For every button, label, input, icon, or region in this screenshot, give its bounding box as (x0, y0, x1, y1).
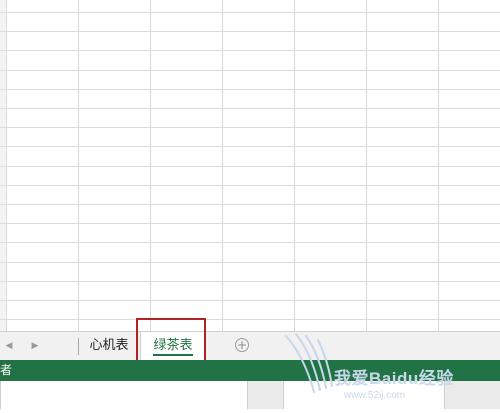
grid-row-line (0, 50, 500, 51)
status-text: 者 (0, 363, 13, 377)
grid-row-line (0, 300, 500, 301)
watermark-text: 我爱Baidu经验 (334, 369, 454, 388)
spreadsheet-grid[interactable] (0, 0, 500, 331)
grid-row-line (0, 242, 500, 243)
watermark-url: www.52ij.com (344, 390, 406, 401)
add-sheet-icon[interactable]: + (235, 338, 249, 352)
sheet-tab-label: 心机表 (89, 338, 129, 353)
watermark: 我爱Baidu经验 www.52ij.com (282, 330, 500, 409)
grid-row-line (0, 204, 500, 205)
scroll-left-icon[interactable]: ◀ (4, 341, 14, 351)
tab-separator (78, 338, 79, 355)
grid-row-line (0, 185, 500, 186)
bottom-panel-left (0, 381, 248, 409)
scroll-right-icon[interactable]: ▶ (30, 341, 40, 351)
grid-row-line (0, 281, 500, 282)
grid-row-line (0, 146, 500, 147)
grid-row-line (0, 31, 500, 32)
highlight-box (136, 318, 206, 365)
grid-row-line (0, 70, 500, 71)
grid-row-line (0, 127, 500, 128)
grid-row-line (0, 166, 500, 167)
grid-row-line (0, 108, 500, 109)
grid-row-line (0, 262, 500, 263)
grid-row-line (0, 223, 500, 224)
grid-row-line (0, 319, 500, 320)
grid-row-line (0, 89, 500, 90)
grid-row-line (0, 12, 500, 13)
sheet-tab-xinji[interactable]: 心机表 (80, 332, 138, 360)
